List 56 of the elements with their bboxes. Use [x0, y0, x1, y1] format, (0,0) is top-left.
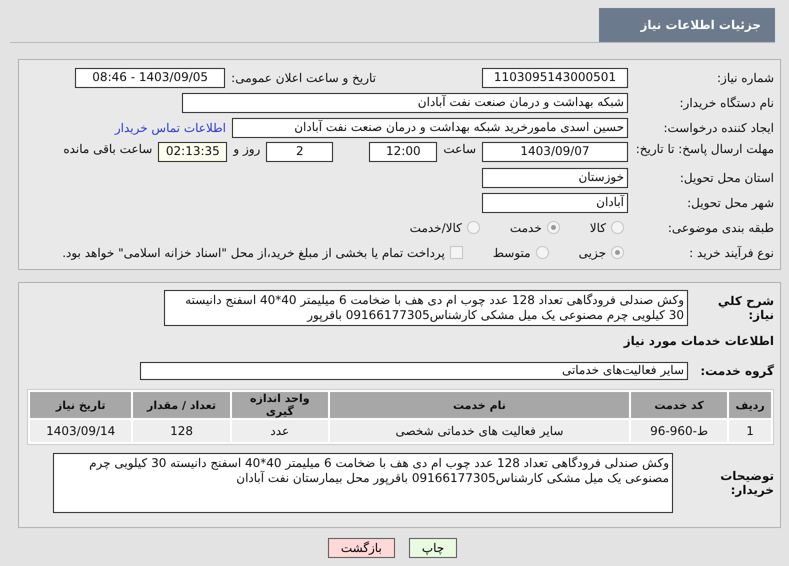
table-cell: 128 — [133, 420, 230, 442]
deadline-date-field: 1403/09/07 — [482, 142, 628, 162]
column-header: کد خدمت — [630, 392, 728, 418]
category-label: طبقه بندی موضوعی: — [666, 220, 774, 234]
need-number-field: 1103095143000501 — [482, 68, 628, 88]
buyer-org-field: شبکه بهداشت و درمان صنعت نفت آبادان — [182, 92, 628, 112]
remaining-time-field: 02:13:35 — [158, 142, 228, 162]
description-label: شرح کلي نياز: — [716, 294, 774, 322]
remaining-label: ساعت باقی مانده — [63, 142, 152, 156]
table-cell: 1403/09/14 — [30, 420, 132, 442]
requester-label: ایجاد کننده درخواست: — [662, 120, 774, 134]
treasury-label: پرداخت تمام یا بخشی از مبلغ خرید،از محل "اسناد خزانه اسلامی" خواهد بود. — [62, 246, 445, 260]
print-button[interactable]: چاپ — [408, 538, 458, 558]
column-header: نام خدمت — [330, 392, 629, 418]
description-field: وکش صندلی فرودگاهی تعداد 128 عدد چوب ام دی هف با ضخامت 6 میلیمتر 40*40 اسفنج دانیسته 30 کیلویی چرم مصنوعی یک میل مشکی کارشناس09166177305 باقرپور — [164, 290, 688, 326]
city-field: آبادان — [482, 192, 628, 212]
buyer-notes-field: وکش صندلی فرودگاهی تعداد 128 عدد چوب ام دی هف با ضخامت 6 میلیمتر 40*40 اسفنج دانیسته 30 کیلویی چرم مصنوعی یک میل مشکی کارشناس09166177305 باقرپور محل بیمارستان نفت آبادان — [53, 453, 673, 513]
deadline-time-field: 12:00 — [369, 142, 438, 162]
table-cell: سایر فعالیت های خدماتی شخصی — [330, 420, 629, 442]
announce-field: 1403/09/05 - 08:46 — [75, 68, 226, 88]
services-heading: اطلاعات خدمات مورد نیاز — [622, 333, 774, 350]
days-field: 2 — [266, 142, 334, 162]
province-label: استان محل تحویل: — [678, 170, 774, 184]
service-group-label: گروه خدمت: — [699, 364, 774, 378]
deadline-label: مهلت ارسال پاسخ: تا تاریخ: — [634, 142, 774, 156]
process-radio[interactable] — [611, 246, 624, 259]
category-option-label: خدمت — [510, 220, 542, 234]
category-radio[interactable] — [546, 221, 560, 234]
category-option-label: کالا/خدمت — [410, 220, 462, 234]
back-button[interactable]: بازگشت — [328, 538, 395, 558]
category-radio[interactable] — [611, 221, 624, 234]
requester-field: حسین اسدی مامورخرید شبکه بهداشت و درمان صنعت نفت آبادان — [232, 118, 628, 138]
service-group-field: سایر فعالیت‌های خدماتی — [140, 362, 688, 380]
column-header: تعداد / مقدار — [133, 392, 230, 418]
buyer-org-label: نام دستگاه خریدار: — [678, 96, 774, 110]
process-option-label: متوسط — [492, 246, 531, 260]
table-cell: ط-960-96 — [630, 420, 728, 442]
column-header: ردیف — [729, 392, 771, 418]
process-label: نوع فرآیند خرید : — [688, 246, 774, 260]
treasury-checkbox[interactable] — [450, 246, 463, 259]
need-number-label: شماره نیاز: — [716, 70, 774, 84]
province-field: خوزستان — [482, 168, 628, 188]
category-radio[interactable] — [466, 221, 480, 234]
time-label: ساعت — [443, 142, 476, 156]
process-radio[interactable] — [536, 246, 549, 259]
column-header: واحد اندازه گیری — [232, 392, 328, 418]
column-header: تاریخ نیاز — [30, 392, 132, 418]
buyer-notes-label: توضیحات خریدار: — [719, 469, 774, 497]
table-cell: عدد — [232, 420, 328, 442]
announce-label: تاریخ و ساعت اعلان عمومی: — [231, 70, 376, 84]
days-label: روز و — [233, 142, 260, 156]
buyer-contact-link[interactable]: اطلاعات تماس خریدار — [114, 120, 226, 134]
table-cell: 1 — [729, 420, 771, 442]
process-option-label: جزیی — [578, 246, 606, 260]
city-label: شهر محل تحویل: — [686, 196, 774, 210]
category-option-label: کالا — [590, 220, 606, 234]
